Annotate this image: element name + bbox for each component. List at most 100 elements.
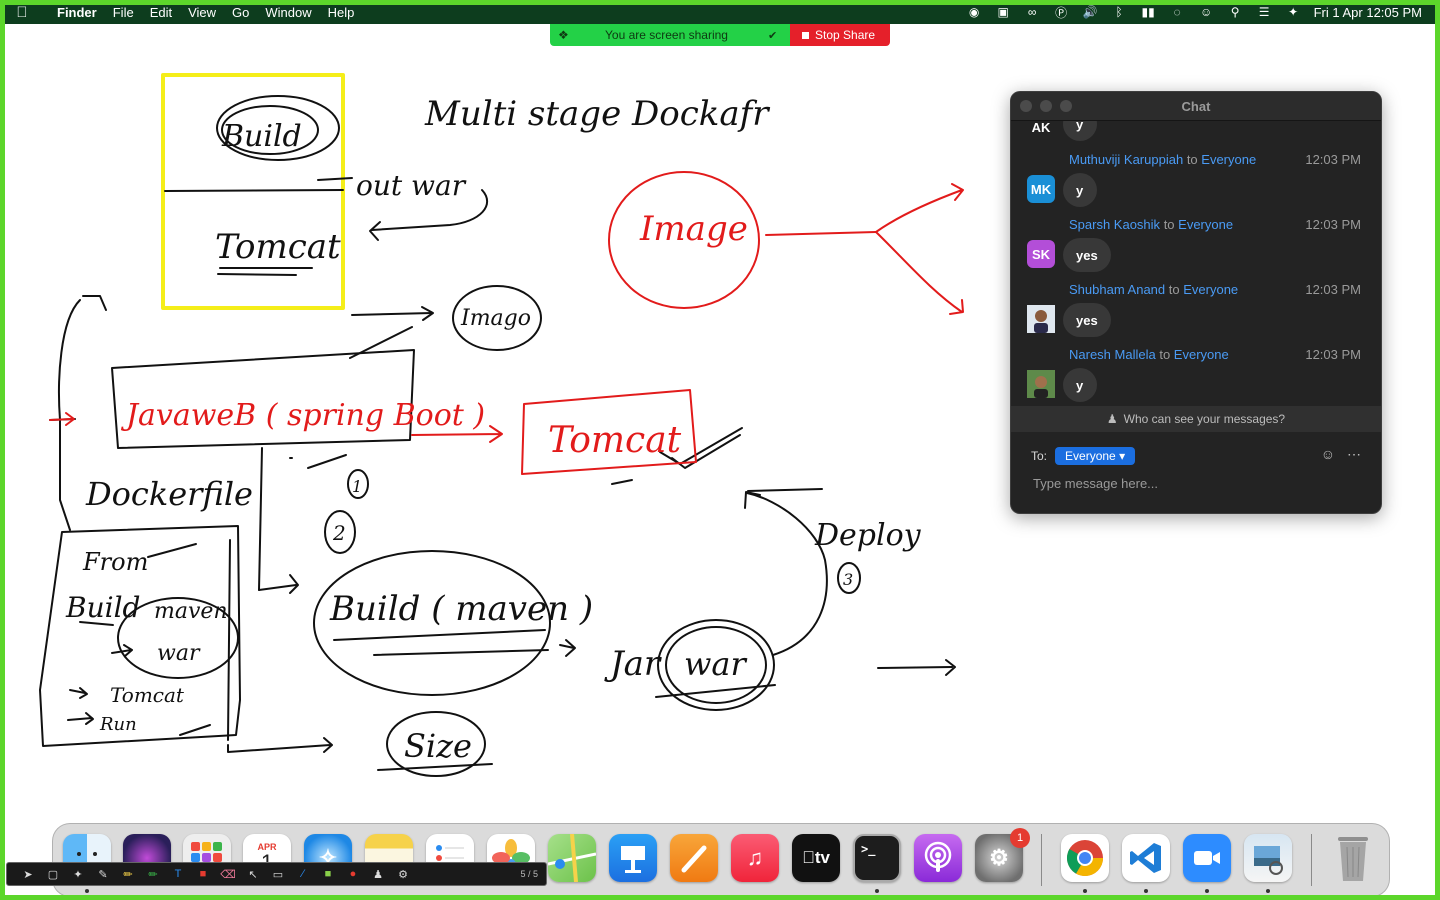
- label-build-top: Build: [221, 119, 302, 154]
- fill-tool-icon[interactable]: ■: [317, 866, 339, 882]
- battery-icon[interactable]: ▮▮: [1140, 5, 1157, 19]
- bluetooth-icon[interactable]: ᛒ: [1111, 5, 1128, 19]
- pin-icon: ❖: [558, 28, 569, 42]
- spotlight-tool-icon[interactable]: ✦: [67, 866, 89, 882]
- trash-icon[interactable]: [1329, 834, 1377, 882]
- message-bubble: yes: [1063, 303, 1111, 337]
- stop-share-button[interactable]: Stop Share: [790, 24, 890, 46]
- notification-badge: 1: [1010, 828, 1030, 848]
- connector-arrow: [258, 574, 299, 594]
- menu-file[interactable]: File: [105, 5, 142, 20]
- maps-icon[interactable]: [548, 834, 596, 882]
- message-header: Naresh Mallela to Everyone: [1069, 347, 1229, 362]
- menu-edit[interactable]: Edit: [142, 5, 180, 20]
- tv-icon[interactable]: tv: [792, 834, 840, 882]
- chat-titlebar[interactable]: Chat: [1011, 92, 1381, 121]
- menu-help[interactable]: Help: [320, 5, 363, 20]
- more-icon[interactable]: ⋯: [1347, 446, 1361, 463]
- sharing-status[interactable]: ❖ You are screen sharing ✔: [550, 24, 790, 46]
- chat-actions: ☺ ⋯: [1321, 446, 1361, 463]
- eraser-tool-icon[interactable]: ⌫: [217, 866, 239, 882]
- user-icon[interactable]: ☺: [1198, 5, 1215, 19]
- far-right-arrow: [877, 659, 956, 676]
- build-maven-arrow: [559, 639, 576, 657]
- terminal-icon[interactable]: >_: [853, 834, 901, 882]
- recipient-select[interactable]: Everyone ▾: [1055, 447, 1136, 465]
- wifi-icon[interactable]: ◌: [1169, 5, 1186, 19]
- stamp-tool-icon[interactable]: ♟: [367, 866, 389, 882]
- deploy-top-line: [747, 488, 823, 492]
- to-label: To:: [1031, 449, 1048, 463]
- podcasts-icon[interactable]: [914, 834, 962, 882]
- creative-cloud-icon[interactable]: ∞: [1024, 5, 1041, 19]
- visibility-note-text: Who can see your messages?: [1123, 412, 1286, 426]
- sender-name[interactable]: Sparsh Kaoshik: [1069, 217, 1160, 232]
- label-build-maven: Build ( maven ): [329, 589, 593, 629]
- emoji-icon[interactable]: ☺: [1321, 446, 1335, 463]
- label-tomcat-red: Tomcat: [548, 420, 682, 461]
- menu-window[interactable]: Window: [257, 5, 319, 20]
- line-tool-icon[interactable]: ∕: [292, 866, 314, 882]
- menu-go[interactable]: Go: [224, 5, 257, 20]
- message-time: 12:03 PM: [1305, 152, 1361, 167]
- shape-tool-icon[interactable]: ■: [192, 866, 214, 882]
- chat-messages[interactable]: AK y Muthuviji Karuppiah to Everyone 12:…: [1011, 121, 1371, 407]
- pages-icon[interactable]: [670, 834, 718, 882]
- message-bubble: y: [1063, 368, 1097, 402]
- label-image-red: Image: [639, 209, 748, 249]
- color-tool-icon[interactable]: ●: [342, 866, 364, 882]
- message-time: 12:03 PM: [1305, 347, 1361, 362]
- mouse-tool-icon[interactable]: ➤: [17, 866, 39, 882]
- recipient-name[interactable]: Everyone: [1174, 347, 1229, 362]
- sender-name[interactable]: Naresh Mallela: [1069, 347, 1156, 362]
- preview-icon[interactable]: [1244, 834, 1292, 882]
- visibility-note[interactable]: ♟ Who can see your messages?: [1011, 406, 1381, 432]
- marker-tool-icon[interactable]: ✏: [142, 866, 164, 882]
- menu-clock[interactable]: Fri 1 Apr 12:05 PM: [1314, 5, 1422, 20]
- music-icon[interactable]: ♫: [731, 834, 779, 882]
- keynote-icon[interactable]: [609, 834, 657, 882]
- chrome-icon[interactable]: [1061, 834, 1109, 882]
- rectangle-tool-icon[interactable]: ▭: [267, 866, 289, 882]
- pointer-tool-icon[interactable]: ↖: [242, 866, 264, 882]
- spring-check: [307, 454, 347, 469]
- recipient-name[interactable]: Everyone: [1183, 282, 1238, 297]
- zoom-app-icon[interactable]: [1183, 834, 1231, 882]
- highlighter-tool-icon[interactable]: ✏: [117, 866, 139, 882]
- facetime-icon[interactable]: ▣: [995, 5, 1012, 19]
- recipient-name[interactable]: Everyone: [1178, 217, 1233, 232]
- settings-tool-icon[interactable]: ⚙: [392, 866, 414, 882]
- select-tool-icon[interactable]: ▢: [42, 866, 64, 882]
- pen-tool-icon[interactable]: ✎: [92, 866, 114, 882]
- menu-app-name[interactable]: Finder: [44, 5, 105, 20]
- dockerfile-box-edge: [227, 539, 231, 741]
- page-indicator: 5 / 5: [520, 869, 538, 879]
- out-war-line: [317, 177, 353, 181]
- sender-name[interactable]: Shubham Anand: [1069, 282, 1165, 297]
- apple-menu-icon[interactable]: : [0, 4, 44, 21]
- zoom-icon[interactable]: ◉: [966, 5, 983, 19]
- sender-name[interactable]: Muthuviji Karuppiah: [1069, 152, 1183, 167]
- run-arrow: [67, 712, 94, 725]
- whiteboard-heading: Multi stage Dockafr: [424, 94, 770, 134]
- vscode-icon[interactable]: [1122, 834, 1170, 882]
- message-header: Sparsh Kaoshik to Everyone: [1069, 217, 1234, 232]
- stop-share-label: Stop Share: [815, 28, 876, 42]
- running-indicator: [1205, 889, 1209, 893]
- message-header: Shubham Anand to Everyone: [1069, 282, 1239, 297]
- settings-icon[interactable]: ⚙ 1: [975, 828, 1030, 882]
- menu-view[interactable]: View: [180, 5, 224, 20]
- message-bubble: y: [1063, 173, 1097, 207]
- volume-icon[interactable]: 🔊: [1082, 5, 1099, 19]
- label-dockerfile: Dockerfile: [85, 475, 253, 513]
- text-tool-icon[interactable]: T: [167, 866, 189, 882]
- siri-icon[interactable]: ✦: [1285, 5, 1302, 19]
- recipient-name[interactable]: Everyone: [1201, 152, 1256, 167]
- accessibility-icon[interactable]: Ⓟ: [1053, 5, 1070, 20]
- spotlight-icon[interactable]: ⚲: [1227, 5, 1244, 19]
- message-input[interactable]: Type message here...: [1033, 476, 1158, 491]
- size-arrow: [227, 737, 333, 753]
- image-red-branch-up: [875, 183, 964, 233]
- label-from: From: [82, 548, 148, 576]
- control-center-icon[interactable]: ☰: [1256, 5, 1273, 19]
